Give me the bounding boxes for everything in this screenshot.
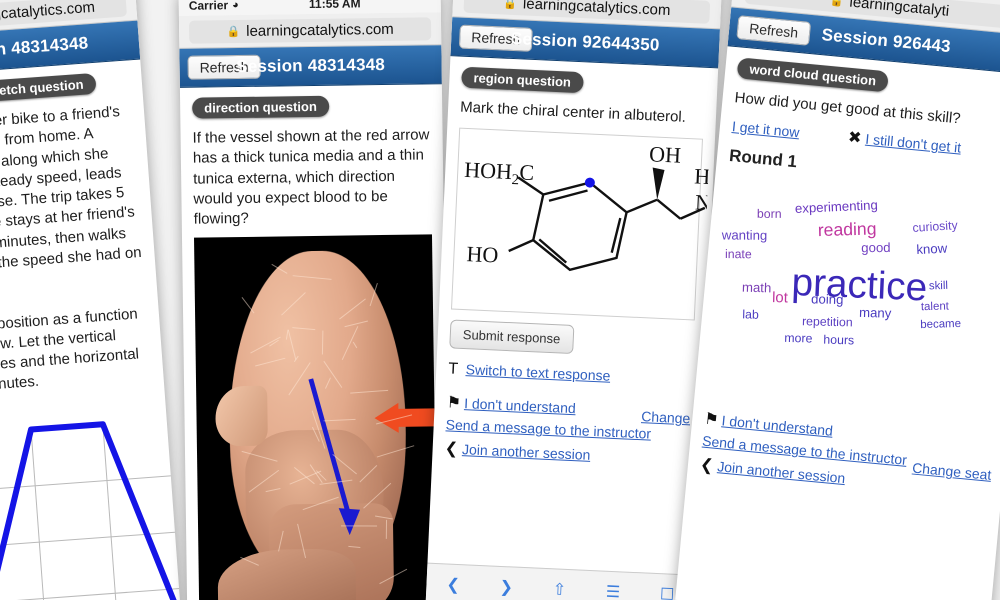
question-text: If the vessel shown at the red arrow has… bbox=[192, 125, 431, 230]
label-n: N bbox=[695, 190, 710, 216]
url-field[interactable]: 🔒 learningcatalytics.com bbox=[189, 17, 430, 43]
lock-icon: 🔒 bbox=[829, 0, 844, 7]
word-cloud-item: inate bbox=[725, 247, 752, 261]
word-cloud-item: born bbox=[757, 207, 782, 221]
question-body: word cloud question How did you get good… bbox=[687, 46, 1000, 503]
share-icon[interactable]: ⇧ bbox=[552, 579, 566, 600]
text-tool-icon: T bbox=[448, 361, 462, 380]
question-body: direction question If the vessel shown a… bbox=[180, 84, 444, 230]
label-hoh2c: HOH2C bbox=[464, 157, 535, 189]
status-carrier: Carrier bbox=[189, 0, 229, 13]
join-session-link[interactable]: Join another session bbox=[462, 441, 591, 463]
stereo-wedge bbox=[651, 168, 664, 201]
safari-toolbar[interactable]: ❮ ❯ ⇧ ☰ ☐ bbox=[426, 563, 696, 600]
tissue-fiber bbox=[341, 525, 377, 526]
phone-panel-composite-sketch: 🔒 learningcatalytics.com Refresh Session… bbox=[0, 0, 182, 600]
change-seat-link[interactable]: Change bbox=[641, 408, 691, 426]
switch-to-text-link[interactable]: Switch to text response bbox=[465, 361, 610, 384]
question-text: Elena rides her bike to a friend's house… bbox=[0, 101, 152, 400]
forward-icon[interactable]: ❯ bbox=[499, 577, 513, 598]
url-text: learningcatalytics.com bbox=[0, 0, 95, 26]
word-cloud-item: math bbox=[742, 280, 772, 296]
word-cloud-item: wanting bbox=[722, 227, 768, 242]
phone-panel-word-cloud: 12:00 PM 🔒 learningcatalyti Refresh Sess… bbox=[675, 0, 1000, 600]
dont-understand-link[interactable]: I don't understand bbox=[721, 413, 834, 439]
word-cloud-item: skill bbox=[929, 280, 948, 293]
tissue-fiber bbox=[385, 520, 386, 539]
refresh-button[interactable]: Refresh bbox=[459, 25, 533, 52]
submit-response-button[interactable]: Submit response bbox=[449, 320, 574, 355]
app-navbar: Refresh Session 48314348 bbox=[179, 45, 442, 88]
x-icon: ✖ bbox=[847, 127, 862, 148]
word-cloud-item: talent bbox=[920, 300, 948, 313]
question-body: region question Mark the chiral center i… bbox=[432, 56, 718, 470]
flag-icon: ⚑ bbox=[446, 393, 460, 414]
word-cloud-item: good bbox=[861, 239, 890, 254]
refresh-button[interactable]: Refresh bbox=[736, 15, 811, 46]
phone-panel-region: 🔒 learningcatalytics.com Refresh Session… bbox=[426, 0, 723, 600]
albuterol-structure: HOH2C HO OH H N bbox=[452, 129, 710, 318]
action-links: ⚑ I don't understand Send a message to t… bbox=[699, 409, 995, 502]
molecule-canvas[interactable]: HOH2C HO OH H N bbox=[451, 128, 703, 321]
back-icon[interactable]: ❮ bbox=[446, 575, 460, 596]
word-cloud-item: many bbox=[859, 305, 892, 321]
status-time: 11:55 AM bbox=[239, 0, 431, 12]
question-body: composite sketch question Elena rides he… bbox=[0, 59, 182, 600]
question-type-tag: word cloud question bbox=[737, 57, 889, 92]
nose-figure bbox=[215, 386, 268, 446]
browser-url-bar[interactable]: 🔒 learningcatalytics.com bbox=[179, 12, 441, 49]
phone-panel-direction: Carrier ◕ 11:55 AM 🔒 learningcatalytics.… bbox=[179, 0, 450, 600]
word-cloud-item: doing bbox=[811, 292, 844, 308]
word-cloud-item: lab bbox=[743, 307, 760, 321]
url-text: learningcatalytics.com bbox=[523, 0, 671, 19]
anatomy-image[interactable] bbox=[194, 235, 437, 600]
word-cloud-item: reading bbox=[818, 219, 877, 242]
word-cloud-item: became bbox=[920, 318, 961, 331]
label-ho: HO bbox=[466, 241, 499, 267]
word-cloud-item: hours bbox=[823, 332, 854, 347]
lock-icon: 🔒 bbox=[226, 25, 240, 38]
still-dont-get-it-link[interactable]: I still don't get it bbox=[865, 131, 962, 156]
screenshot-stage: 🔒 learningcatalytics.com Refresh Session… bbox=[0, 0, 1000, 600]
question-type-tag: composite sketch question bbox=[0, 73, 96, 108]
book-icon[interactable]: ☰ bbox=[605, 582, 620, 600]
status-carrier-group: Carrier ◕ bbox=[189, 0, 239, 13]
chart-canvas[interactable]: 21.25 bbox=[0, 404, 182, 600]
red-arrow-icon bbox=[372, 402, 436, 433]
word-cloud-item: more bbox=[784, 330, 812, 345]
refresh-button[interactable]: Refresh bbox=[187, 55, 260, 80]
chevron-left-icon: ❮ bbox=[444, 439, 458, 460]
question-type-tag: region question bbox=[461, 67, 583, 93]
word-cloud-item: know bbox=[916, 241, 947, 257]
word-cloud[interactable]: practice reading experimenting curiosity bor… bbox=[708, 184, 1000, 410]
word-cloud-item: lot bbox=[772, 289, 788, 306]
dont-understand-link[interactable]: I don't understand bbox=[464, 395, 576, 416]
tabs-icon[interactable]: ☐ bbox=[660, 584, 675, 600]
label-oh: OH bbox=[649, 142, 682, 168]
flag-icon: ⚑ bbox=[703, 409, 718, 430]
word-cloud-item: curiosity bbox=[912, 218, 958, 235]
chevron-left-icon: ❮ bbox=[699, 455, 714, 476]
blue-arrow-icon bbox=[305, 369, 366, 560]
label-h: H bbox=[694, 164, 710, 190]
word-cloud-item: experimenting bbox=[794, 197, 877, 216]
question-text: Mark the chiral center in albuterol. bbox=[460, 98, 705, 129]
url-text: learningcatalytics.com bbox=[246, 20, 394, 39]
word-cloud-item: repetition bbox=[802, 314, 853, 329]
url-text: learningcatalyti bbox=[849, 0, 950, 19]
switch-to-text-row[interactable]: T Switch to text response bbox=[448, 361, 693, 390]
get-it-now-link[interactable]: I get it now bbox=[731, 118, 800, 140]
lock-icon: 🔒 bbox=[503, 0, 517, 10]
action-links: T Switch to text response ⚑ I don't unde… bbox=[444, 361, 692, 470]
sketch-chart[interactable]: position 21.25 bbox=[0, 392, 172, 600]
question-type-tag: direction question bbox=[192, 96, 329, 119]
